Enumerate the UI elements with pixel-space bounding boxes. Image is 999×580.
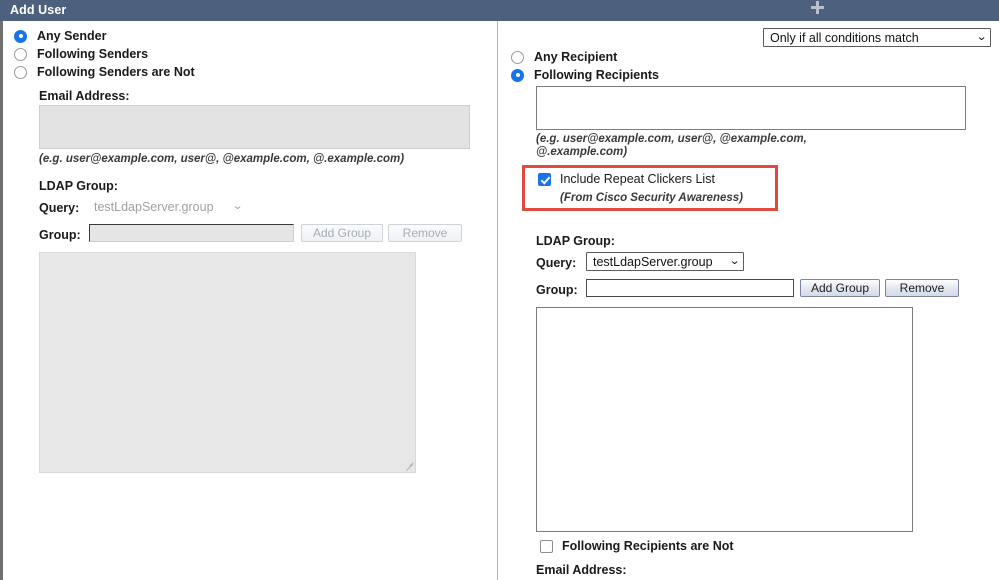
match-conditions-select[interactable]: Only if all conditions match ⌄ bbox=[763, 28, 991, 47]
chevron-down-icon: ⌄ bbox=[222, 201, 244, 212]
sender-add-group-button[interactable]: Add Group bbox=[301, 224, 383, 242]
recipient-group-input[interactable] bbox=[586, 279, 794, 297]
recipient-query-select-value: testLdapServer.group bbox=[593, 255, 713, 269]
dialog-body: Any Sender Following Senders Following S… bbox=[0, 21, 999, 580]
chevron-down-icon: ⌄ bbox=[966, 32, 988, 43]
page-title: Add User bbox=[10, 3, 66, 17]
radio-following-senders[interactable]: Following Senders bbox=[14, 47, 148, 61]
radio-any-sender-control[interactable] bbox=[14, 30, 27, 43]
chevron-down-icon: ⌄ bbox=[719, 256, 741, 267]
recipient-email-address-label: Email Address: bbox=[536, 563, 627, 577]
sender-ldap-group-label: LDAP Group: bbox=[39, 179, 118, 193]
sender-group-input[interactable] bbox=[89, 224, 294, 242]
recipient-group-label: Group: bbox=[536, 283, 578, 297]
radio-following-recipients-label: Following Recipients bbox=[534, 68, 659, 82]
recipient-email-hint-line1: (e.g. user@example.com, user@, @example.… bbox=[536, 132, 807, 146]
sender-email-address-label: Email Address: bbox=[39, 89, 130, 103]
panel-divider bbox=[497, 21, 498, 580]
following-recipients-are-not-label: Following Recipients are Not bbox=[562, 539, 734, 553]
radio-following-senders-label: Following Senders bbox=[37, 47, 148, 61]
dialog-title-bar: Add User bbox=[0, 0, 999, 21]
sender-remove-button[interactable]: Remove bbox=[388, 224, 462, 242]
sender-group-label: Group: bbox=[39, 228, 81, 242]
radio-following-senders-control[interactable] bbox=[14, 48, 27, 61]
radio-following-recipients-control[interactable] bbox=[511, 69, 524, 82]
radio-any-recipient-label: Any Recipient bbox=[534, 50, 617, 64]
radio-any-sender-label: Any Sender bbox=[37, 29, 106, 43]
following-recipients-are-not-row[interactable]: Following Recipients are Not bbox=[540, 539, 734, 553]
sender-query-label: Query: bbox=[39, 201, 79, 215]
radio-following-senders-are-not-control[interactable] bbox=[14, 66, 27, 79]
radio-following-senders-are-not[interactable]: Following Senders are Not bbox=[14, 65, 195, 79]
sender-query-select-value: testLdapServer.group bbox=[94, 200, 214, 214]
recipient-add-group-button[interactable]: Add Group bbox=[800, 279, 880, 297]
recipient-conditions-panel: Only if all conditions match ⌄ Any Recip… bbox=[500, 21, 999, 580]
sender-email-address-textarea[interactable] bbox=[39, 105, 470, 149]
recipient-query-label: Query: bbox=[536, 256, 576, 270]
recipient-ldap-group-label: LDAP Group: bbox=[536, 234, 615, 248]
sender-query-select[interactable]: testLdapServer.group ⌄ bbox=[87, 197, 247, 216]
include-repeat-clickers-checkbox-row[interactable]: Include Repeat Clickers List bbox=[538, 172, 715, 186]
recipient-remove-button[interactable]: Remove bbox=[885, 279, 959, 297]
resize-grip-icon bbox=[405, 462, 413, 470]
recipient-query-select[interactable]: testLdapServer.group ⌄ bbox=[586, 252, 744, 271]
include-repeat-clickers-checkbox[interactable] bbox=[538, 173, 551, 186]
match-conditions-select-value: Only if all conditions match bbox=[770, 31, 919, 45]
include-repeat-clickers-label: Include Repeat Clickers List bbox=[560, 172, 715, 186]
recipient-group-listbox[interactable] bbox=[536, 307, 913, 532]
sender-conditions-panel: Any Sender Following Senders Following S… bbox=[3, 21, 497, 580]
radio-following-senders-are-not-label: Following Senders are Not bbox=[37, 65, 195, 79]
add-user-dialog: Add User Any Sender Following Senders Fo… bbox=[0, 0, 999, 580]
radio-any-sender[interactable]: Any Sender bbox=[14, 29, 106, 43]
radio-any-recipient-control[interactable] bbox=[511, 51, 524, 64]
sender-group-listbox[interactable] bbox=[39, 252, 416, 473]
include-repeat-clickers-sublabel: (From Cisco Security Awareness) bbox=[560, 191, 743, 205]
radio-following-recipients[interactable]: Following Recipients bbox=[511, 68, 659, 82]
sender-email-hint: (e.g. user@example.com, user@, @example.… bbox=[39, 152, 404, 166]
following-recipients-are-not-checkbox[interactable] bbox=[540, 540, 553, 553]
radio-any-recipient[interactable]: Any Recipient bbox=[511, 50, 617, 64]
recipient-email-hint-line2: @.example.com) bbox=[536, 145, 627, 159]
recipient-email-address-textarea[interactable] bbox=[536, 86, 966, 130]
